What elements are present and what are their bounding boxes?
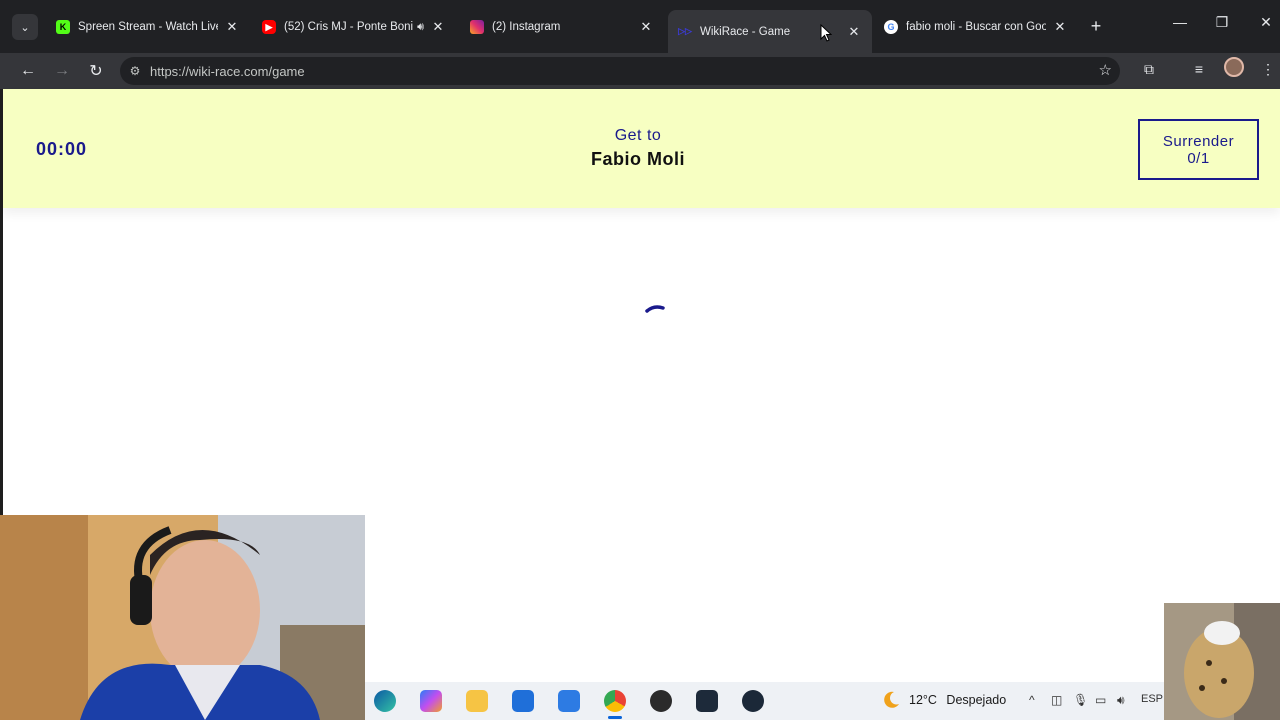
close-icon[interactable]: ✕ [846,24,862,40]
youtube-icon: ▶ [262,20,276,34]
moon-icon [884,691,899,708]
surrender-button[interactable]: Surrender 0/1 [1138,119,1259,180]
arrow-right-icon: → [54,62,70,79]
chevron-down-icon: ⌄ [20,21,30,34]
game-header: 00:00 Get to Fabio Moli Surrender 0/1 [3,89,1280,208]
google-icon: G [884,20,898,34]
file-explorer-icon[interactable] [466,690,488,712]
chevron-up-icon[interactable]: ^ [1029,693,1035,707]
wikirace-icon: ▷▷ [678,26,692,36]
weather-widget[interactable]: 12°C Despejado [909,693,1006,707]
taskbar: 12°C Despejado ^ ◫ 🎙︎ ▭ 🔊︎ ESP [365,682,1164,720]
target-panel: Get to Fabio Moli [523,127,753,170]
loading-spinner [645,305,665,313]
kick-icon: K [56,20,70,34]
tab-youtube[interactable]: ▶ (52) Cris MJ - Ponte Bonita 🔊︎ ✕ [252,10,456,44]
arrow-left-icon: ← [20,62,36,79]
instagram-icon [470,20,484,34]
tab-title: Spreen Stream - Watch Live [78,21,218,33]
url-text[interactable]: https://wiki-race.com/game [150,64,305,79]
mouse-cursor [820,24,832,42]
bookmark-star-icon[interactable]: ☆ [1099,61,1112,79]
obs-icon[interactable] [650,690,672,712]
app-icon[interactable] [696,690,718,712]
tab-title: (2) Instagram [492,21,561,33]
tab-kick[interactable]: K Spreen Stream - Watch Live ✕ [46,10,250,44]
close-icon[interactable]: ✕ [224,19,240,35]
menu-icon[interactable]: ⋮ [1258,61,1278,78]
webcam-image [0,515,365,720]
tab-title: fabio moli - Buscar con Google [906,21,1046,33]
network-icon[interactable]: ◫ [1051,693,1062,707]
get-to-label: Get to [614,127,662,144]
weather-temp: 12°C [909,693,937,707]
close-icon[interactable]: ✕ [430,19,446,35]
close-icon[interactable]: ✕ [1052,19,1068,35]
timer: 00:00 [36,139,88,159]
browser-toolbar: ← → ↻ ⚙ https://wiki-race.com/game ☆ ⧉ ≡… [0,53,1280,89]
tab-google[interactable]: G fabio moli - Buscar con Google ✕ [874,10,1078,44]
forward-button[interactable]: → [50,59,74,83]
reload-icon: ↻ [89,63,103,80]
edge-icon[interactable] [374,690,396,712]
weather-text: Despejado [946,693,1007,707]
copilot-icon[interactable] [420,690,442,712]
surrender-label: Surrender [1162,132,1235,150]
language-indicator[interactable]: ESP [1141,693,1163,705]
tab-title: (52) Cris MJ - Ponte Bonita [284,21,414,33]
close-icon[interactable]: ✕ [638,19,654,35]
steam-icon[interactable] [742,690,764,712]
restore-button[interactable]: ❐ [1210,14,1234,31]
volume-icon[interactable]: 🔊︎ [1117,693,1125,708]
target-article: Fabio Moli [591,149,685,169]
close-window-button[interactable]: ✕ [1254,14,1278,31]
surrender-count: 0/1 [1187,149,1210,167]
avatar[interactable] [1224,57,1244,77]
chrome-icon[interactable] [604,690,626,712]
tab-strip: ⌄ K Spreen Stream - Watch Live ✕ ▶ (52) … [0,0,1280,53]
cat-overlay [1164,603,1280,720]
address-bar[interactable]: ⚙ https://wiki-race.com/game ☆ [120,57,1120,85]
tab-wikirace[interactable]: ▷▷ WikiRace - Game ✕ [668,10,872,53]
outlook-icon[interactable] [558,690,580,712]
webcam-overlay [0,515,365,720]
site-settings-icon[interactable]: ⚙ [120,64,150,78]
media-control-icon[interactable]: ≡ [1189,61,1209,77]
tab-title: WikiRace - Game [700,25,791,38]
speaker-icon[interactable]: 🔊︎ [417,21,424,34]
cat-image [1164,603,1280,720]
minimize-button[interactable]: — [1168,14,1192,30]
back-button[interactable]: ← [16,59,40,83]
microphone-icon[interactable]: 🎙︎ [1073,693,1088,707]
store-icon[interactable] [512,690,534,712]
extensions-icon[interactable]: ⧉ [1139,61,1159,78]
tab-instagram[interactable]: (2) Instagram ✕ [460,10,664,44]
new-tab-button[interactable]: + [1086,16,1106,37]
active-app-indicator [608,716,622,719]
tab-search-button[interactable]: ⌄ [12,14,38,40]
monitor-icon[interactable]: ▭ [1095,693,1106,707]
reload-button[interactable]: ↻ [84,59,108,83]
